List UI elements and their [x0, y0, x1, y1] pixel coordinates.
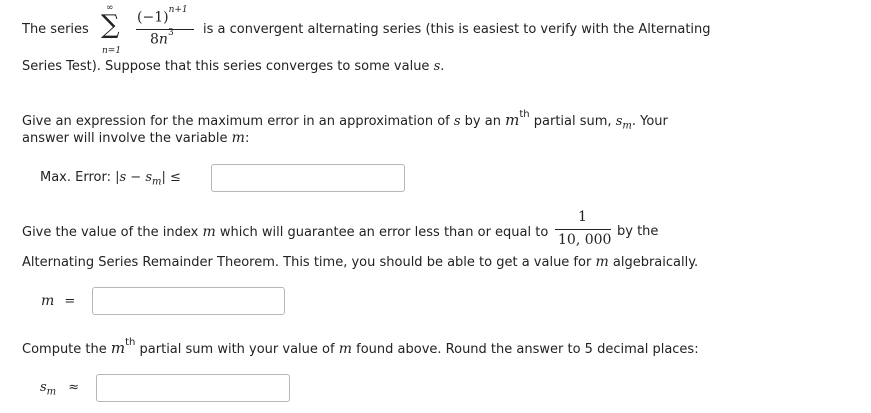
sum-lower-limit: n=1	[102, 46, 122, 56]
m-input[interactable]	[92, 287, 285, 315]
max-error-input[interactable]	[211, 164, 405, 192]
q2-fraction-denominator: 10, 000	[558, 232, 612, 248]
m-label: m =	[41, 293, 76, 309]
intro-text-line2: Series Test). Suppose that this series c…	[22, 59, 445, 74]
q1-text-line2: answer will involve the variable m:	[22, 130, 250, 146]
series-numerator: (−1)n+1	[137, 5, 188, 26]
q2-text-line1: Give the value of the index m which will…	[22, 224, 549, 240]
q2-text-line1-end: by the	[617, 224, 659, 239]
q2-fraction-bar	[555, 229, 611, 230]
q2-text-line2: Alternating Series Remainder Theorem. Th…	[22, 254, 699, 270]
intro-label: The series	[22, 22, 89, 37]
series-denominator: 8n3	[150, 28, 174, 48]
series-fraction-bar	[136, 29, 194, 30]
sigma-symbol: ∑	[101, 10, 120, 40]
sm-input[interactable]	[96, 374, 290, 402]
q2-fraction-numerator: 1	[578, 209, 587, 225]
q1-text-line1: Give an expression for the maximum error…	[22, 108, 668, 132]
max-error-label: Max. Error: |s − sm| ≤	[40, 170, 181, 188]
sm-label: sm ≈	[40, 380, 80, 398]
intro-text-line1: is a convergent alternating series (this…	[203, 22, 711, 37]
q3-text-line1: Compute the mth partial sum with your va…	[22, 336, 699, 357]
